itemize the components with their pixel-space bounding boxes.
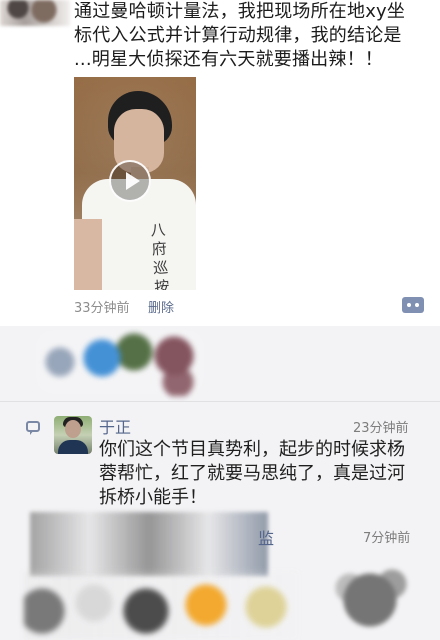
comment-bubble-icon [26, 421, 40, 435]
post-text: 通过曼哈顿计量法，我把现场所在地xy坐 标代入公式并计算行动规律，我的结论是 .… [74, 0, 420, 72]
delete-link[interactable]: 删除 [148, 297, 174, 316]
obscured-comment-body [24, 571, 298, 640]
comment-action-icon[interactable] [402, 297, 424, 313]
post-time: 33分钟前 [74, 301, 130, 316]
obscured-likes [34, 328, 206, 396]
comment-text-line: 拆桥小能手！ [99, 487, 207, 508]
obscured-stamp [332, 566, 412, 640]
obscured-commenter-name[interactable]: 监 [258, 525, 274, 549]
commenter-body [58, 440, 88, 454]
post-text-line: 通过曼哈顿计量法，我把现场所在地xy坐 [74, 1, 406, 22]
obscured-avatar [0, 0, 70, 26]
moments-page: 通过曼哈顿计量法，我把现场所在地xy坐 标代入公式并计算行动规律，我的结论是 .… [0, 0, 440, 640]
commenter-avatar[interactable] [54, 416, 92, 454]
commenter-name[interactable]: 于正 [99, 414, 131, 438]
comments-divider [0, 401, 440, 402]
video-thumbnail[interactable]: 八 府 巡 按 [74, 77, 196, 290]
post-text-line: ...明星大侦探还有六天就要播出辣！！ [74, 49, 383, 70]
obscured-comment-header [30, 512, 268, 576]
comment-text: 你们这个节目真势利，起步的时候求杨 蓉帮忙，红了就要马思纯了，真是过河 拆桥小能… [99, 438, 423, 510]
comment-time: 23分钟前 [353, 421, 409, 436]
commenter-head [65, 420, 81, 438]
comment-text-line: 你们这个节目真势利，起步的时候求杨 [99, 439, 405, 460]
comment-time: 7分钟前 [363, 531, 411, 546]
play-icon[interactable] [109, 160, 151, 202]
comment-text-line: 蓉帮忙，红了就要马思纯了，真是过河 [99, 463, 405, 484]
post-text-line: 标代入公式并计算行动规律，我的结论是 [74, 25, 402, 46]
person-arm [74, 219, 102, 290]
